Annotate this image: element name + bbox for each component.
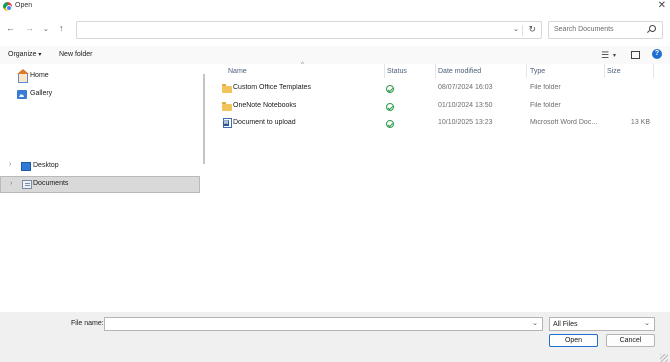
file-name-input[interactable]: ⌄ — [104, 317, 543, 331]
table-row[interactable]: OneNote Notebooks 01/10/2024 13:50 File … — [209, 98, 670, 115]
sync-status-icon — [386, 120, 394, 128]
address-bar[interactable]: ⌄ ↻ — [76, 21, 542, 39]
back-arrow-icon[interactable]: ← — [6, 23, 15, 33]
file-type-select[interactable]: All Files ⌄ — [549, 317, 655, 331]
close-icon[interactable]: ✕ — [658, 0, 666, 11]
scrollbar-thumb[interactable] — [203, 74, 205, 164]
organize-label: Organize — [8, 51, 37, 58]
window-title: Open — [15, 2, 33, 9]
up-arrow-icon[interactable]: ↑ — [59, 23, 64, 33]
folder-icon — [222, 84, 232, 93]
file-list: ^ Name Status Date modified Type Size Cu… — [209, 62, 670, 312]
word-doc-icon — [223, 118, 232, 128]
file-date: 10/10/2025 13:23 — [438, 119, 493, 126]
file-name: Document to upload — [233, 119, 296, 126]
organize-button[interactable]: Organize ▾ — [8, 51, 41, 58]
view-options-icon[interactable]: ☰ — [601, 50, 609, 61]
forward-arrow-icon[interactable]: → — [25, 23, 34, 33]
table-row[interactable]: Document to upload 10/10/2025 13:23 Micr… — [209, 115, 670, 132]
column-header-row: ^ Name Status Date modified Type Size — [209, 62, 670, 78]
dialog-footer: File name: ⌄ All Files ⌄ Open Cancel — [0, 312, 670, 362]
folder-icon — [222, 102, 232, 111]
sort-ascending-icon: ^ — [301, 62, 304, 68]
gallery-icon — [17, 90, 27, 99]
file-name-label: File name: — [71, 320, 104, 327]
chevron-down-icon[interactable]: ⌄ — [532, 319, 538, 327]
preview-pane-icon[interactable] — [631, 51, 640, 59]
column-header-date[interactable]: Date modified — [438, 68, 481, 75]
resize-grip-icon[interactable] — [660, 354, 668, 362]
table-row[interactable]: Custom Office Templates 08/07/2024 16:03… — [209, 80, 670, 97]
file-date: 01/10/2024 13:50 — [438, 102, 493, 109]
desktop-icon — [21, 162, 31, 171]
sidebar-item-label: Documents — [33, 180, 69, 187]
column-header-name[interactable]: Name — [228, 68, 247, 75]
sync-status-icon — [386, 85, 394, 93]
search-icon[interactable] — [649, 25, 656, 32]
sidebar-item-label: Home — [30, 72, 49, 79]
column-header-size[interactable]: Size — [607, 68, 621, 75]
chrome-logo-icon — [3, 2, 12, 11]
documents-icon — [22, 180, 32, 189]
column-divider[interactable] — [604, 64, 605, 78]
divider — [522, 25, 523, 36]
chevron-down-icon: ⌄ — [644, 320, 650, 327]
navigation-pane: Home Gallery › Desktop › Documents — [0, 64, 205, 312]
column-header-type[interactable]: Type — [530, 68, 545, 75]
file-name: Custom Office Templates — [233, 84, 311, 91]
column-divider[interactable] — [526, 64, 527, 78]
help-icon[interactable]: ? — [652, 49, 662, 59]
new-folder-button[interactable]: New folder — [59, 51, 92, 58]
title-bar: Open ✕ — [0, 0, 670, 14]
sidebar-item-documents[interactable]: › Documents — [0, 176, 200, 193]
column-divider[interactable] — [653, 64, 654, 78]
file-date: 08/07/2024 16:03 — [438, 84, 493, 91]
open-button[interactable]: Open — [549, 334, 598, 347]
file-type: File folder — [530, 84, 561, 91]
search-input[interactable]: Search Documents — [548, 21, 663, 39]
caret-down-icon[interactable]: ▾ — [613, 52, 616, 59]
chevron-right-icon[interactable]: › — [10, 180, 12, 187]
file-name: OneNote Notebooks — [233, 102, 297, 109]
column-header-status[interactable]: Status — [387, 68, 407, 75]
chevron-down-icon[interactable]: ⌄ — [513, 25, 519, 33]
file-type-value: All Files — [553, 321, 578, 328]
cancel-button[interactable]: Cancel — [606, 334, 655, 347]
column-divider[interactable] — [435, 64, 436, 78]
command-bar: Organize ▾ New folder ☰ ▾ ? — [0, 46, 670, 64]
home-icon — [17, 69, 29, 83]
refresh-icon[interactable]: ↻ — [528, 24, 536, 35]
file-size: 13 KB — [630, 119, 650, 126]
column-divider[interactable] — [384, 64, 385, 78]
sidebar-item-label: Gallery — [30, 90, 53, 97]
chevron-right-icon[interactable]: › — [9, 161, 11, 168]
file-type: File folder — [530, 102, 561, 109]
sidebar-item-label: Desktop — [33, 162, 59, 169]
file-type: Microsoft Word Doc... — [530, 119, 598, 126]
sidebar-item-home[interactable]: Home — [0, 68, 200, 85]
search-placeholder: Search Documents — [554, 26, 614, 33]
caret-down-icon: ▾ — [38, 52, 42, 58]
recent-locations-chevron-icon[interactable]: ⌄ — [43, 25, 49, 33]
sidebar-item-gallery[interactable]: Gallery — [0, 86, 200, 103]
sync-status-icon — [386, 103, 394, 111]
sidebar-item-desktop[interactable]: › Desktop — [0, 158, 200, 175]
